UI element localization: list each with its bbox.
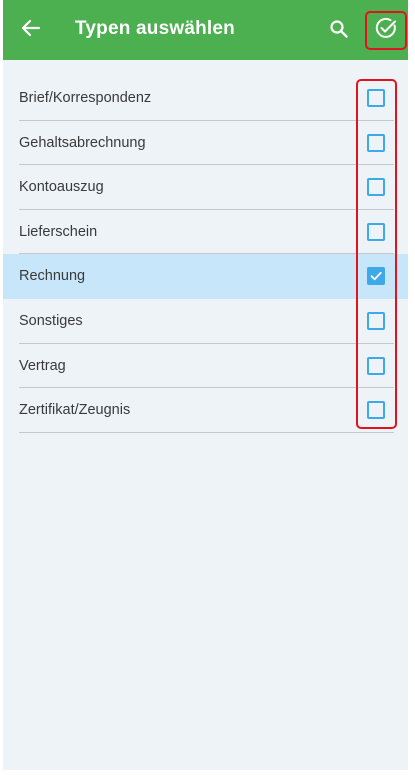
checkbox[interactable] <box>367 356 385 375</box>
list-item[interactable]: Gehaltsabrechnung <box>3 121 408 166</box>
list-item-label: Zertifikat/Zeugnis <box>19 402 131 419</box>
list-item[interactable]: Vertrag <box>3 344 408 389</box>
search-button[interactable] <box>325 17 353 45</box>
back-button[interactable] <box>17 16 45 44</box>
list-item[interactable]: Sonstiges <box>3 299 408 344</box>
list-item[interactable]: Brief/Korrespondenz <box>3 76 408 121</box>
list-item-label: Rechnung <box>19 268 86 285</box>
search-icon <box>329 19 349 44</box>
list-item-label: Lieferschein <box>19 223 98 240</box>
list-item-label: Kontoauszug <box>19 179 104 196</box>
list-item[interactable]: Zertifikat/Zeugnis <box>3 388 408 433</box>
checkbox[interactable] <box>367 178 385 197</box>
checkbox[interactable] <box>367 133 385 152</box>
app-bar: Typen auswählen <box>3 0 408 60</box>
checkbox[interactable] <box>367 222 385 241</box>
arrow-left-icon <box>21 18 41 43</box>
checkbox-checked[interactable] <box>367 267 385 286</box>
list-item-label: Brief/Korrespondenz <box>19 90 152 106</box>
document-type-list: Brief/Korrespondenz Gehaltsabrechnung Ko… <box>3 76 408 433</box>
list-item-label: Sonstiges <box>19 312 83 329</box>
page-title: Typen auswählen <box>75 18 235 39</box>
list-item[interactable]: Lieferschein <box>3 210 408 255</box>
list-item[interactable]: Kontoauszug <box>3 165 408 210</box>
divider <box>19 431 394 433</box>
screen: Typen auswählen Brief/Korrespondenz Geha… <box>3 0 408 770</box>
checkbox[interactable] <box>367 401 385 420</box>
list-item-label: Gehaltsabrechnung <box>19 134 146 151</box>
confirm-button[interactable] <box>366 11 406 49</box>
checkbox[interactable] <box>367 89 385 107</box>
checkbox[interactable] <box>367 311 385 330</box>
list-item-selected[interactable]: Rechnung <box>3 254 408 299</box>
check-circle-icon <box>374 16 398 45</box>
list-item-label: Vertrag <box>19 357 66 374</box>
checkmark-icon <box>370 272 382 281</box>
